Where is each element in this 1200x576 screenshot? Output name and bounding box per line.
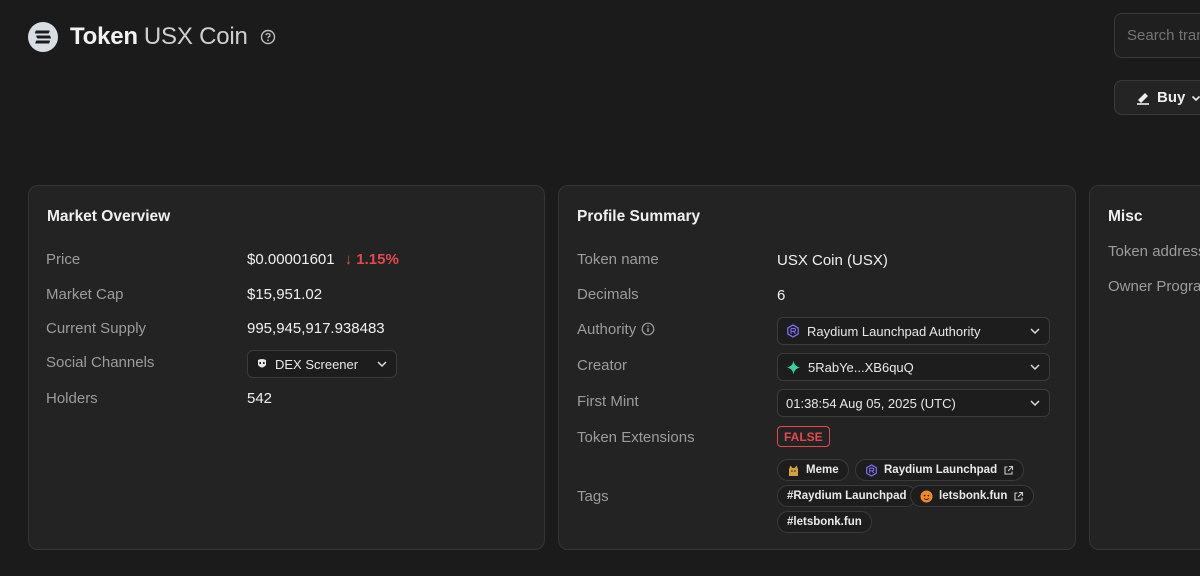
social-channel-value: DEX Screener	[275, 356, 359, 372]
social-channels-dropdown[interactable]: DEX Screener	[247, 350, 397, 378]
supply-label: Current Supply	[46, 320, 147, 337]
price-amount: $0.00001601	[247, 251, 335, 268]
title-prefix: Token	[70, 23, 138, 50]
chevron-down-icon	[1029, 361, 1041, 373]
chevron-down-icon	[1029, 397, 1041, 409]
external-link-icon	[1013, 491, 1024, 502]
holders-value[interactable]: 542	[247, 390, 272, 407]
authority-label-text: Authority	[577, 321, 637, 338]
social-label: Social Channels	[46, 354, 155, 371]
raydium-icon	[865, 463, 878, 477]
tag-label: #Raydium Launchpad	[787, 490, 907, 502]
holders-label: Holders	[46, 390, 98, 407]
tag-label: Raydium Launchpad	[884, 464, 998, 476]
price-value: $0.00001601 ↓ 1.15%	[247, 251, 399, 268]
chevron-down-icon	[1029, 325, 1041, 337]
market-cap-label: Market Cap	[46, 286, 124, 303]
first-mint-label: First Mint	[577, 393, 639, 410]
supply-value: 995,945,917.938483	[247, 320, 385, 337]
card-title: Misc	[1108, 208, 1143, 225]
tag-letsbonk-hashtag[interactable]: #letsbonk.fun	[777, 511, 872, 533]
search-input[interactable]	[1114, 13, 1200, 58]
decimals-value: 6	[777, 287, 786, 304]
token-extensions-badge: FALSE	[777, 426, 830, 447]
card-title: Market Overview	[47, 208, 171, 225]
token-extensions-label: Token Extensions	[577, 429, 695, 446]
creator-dropdown[interactable]: 5RabYe...XB6quQ	[777, 353, 1050, 381]
buy-button[interactable]: Buy	[1114, 80, 1200, 115]
tag-label: Meme	[806, 464, 839, 476]
tag-raydium-launchpad[interactable]: Raydium Launchpad	[855, 459, 1025, 481]
chevron-down-icon	[376, 358, 388, 370]
tag-raydium-launchpad-hashtag[interactable]: #Raydium Launchpad	[777, 485, 917, 507]
market-cap-value: $15,951.02	[247, 286, 323, 303]
authority-label: Authority	[577, 321, 655, 338]
price-label: Price	[46, 251, 81, 268]
info-icon[interactable]	[641, 322, 655, 336]
owner-program-label: Owner Program	[1108, 278, 1200, 295]
misc-card: Misc	[1089, 185, 1200, 550]
page-title: Token USX Coin	[70, 23, 248, 51]
swap-icon	[1135, 90, 1151, 106]
doge-icon	[787, 464, 800, 477]
authority-dropdown[interactable]: Raydium Launchpad Authority	[777, 317, 1050, 345]
page-header: Token USX Coin	[28, 22, 276, 52]
first-mint-value: 01:38:54 Aug 05, 2025 (UTC)	[786, 395, 956, 411]
token-name: USX Coin	[143, 23, 248, 50]
token-address-label: Token address	[1108, 243, 1200, 260]
creator-value: 5RabYe...XB6quQ	[808, 359, 914, 375]
external-link-icon	[1003, 465, 1014, 476]
chevron-down-icon	[1191, 93, 1200, 103]
decimals-label: Decimals	[577, 286, 639, 303]
raydium-icon	[786, 324, 800, 338]
token-name-value: USX Coin (USX)	[777, 252, 888, 269]
card-title: Profile Summary	[577, 208, 701, 225]
authority-value: Raydium Launchpad Authority	[807, 323, 981, 339]
buy-label: Buy	[1157, 89, 1186, 106]
help-icon[interactable]	[260, 29, 276, 45]
tag-label: #letsbonk.fun	[787, 516, 862, 528]
price-change-badge: ↓ 1.15%	[344, 251, 399, 268]
bonk-icon	[920, 490, 933, 503]
tags-label: Tags	[577, 488, 609, 505]
tag-letsbonk[interactable]: letsbonk.fun	[910, 485, 1035, 507]
solana-logo-icon	[28, 22, 58, 52]
dex-screener-icon	[256, 358, 268, 370]
token-name-label: Token name	[577, 251, 659, 268]
creator-label: Creator	[577, 357, 628, 374]
sparkle-icon	[786, 360, 801, 375]
tag-meme[interactable]: Meme	[777, 459, 849, 481]
tag-label: letsbonk.fun	[939, 490, 1008, 502]
first-mint-dropdown[interactable]: 01:38:54 Aug 05, 2025 (UTC)	[777, 389, 1050, 417]
